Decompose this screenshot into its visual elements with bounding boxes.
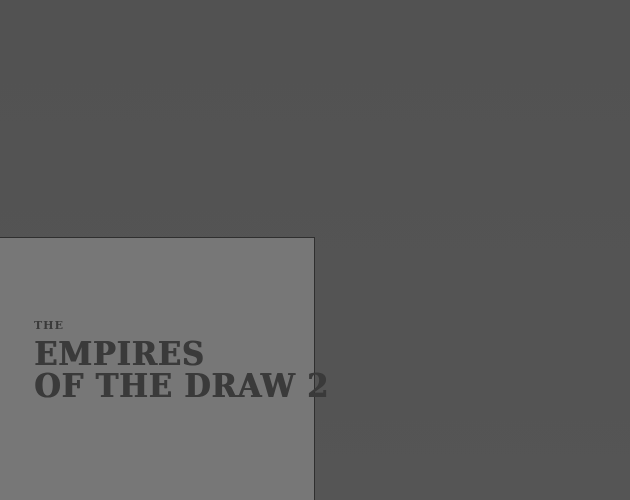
game-logo: THE EMPIRES OF THE DRAW 2 <box>34 319 355 405</box>
title-article: THE <box>34 319 64 332</box>
title-line-2: OF THE DRAW 2 <box>34 366 329 405</box>
title-card: THE EMPIRES OF THE DRAW 2 <box>0 237 328 500</box>
